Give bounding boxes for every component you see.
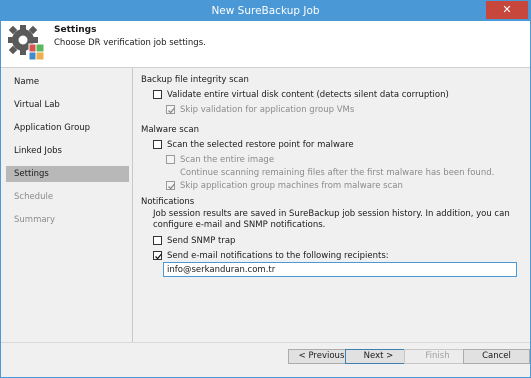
checkmark-icon: [168, 107, 175, 114]
validate-disk-label: Validate entire virtual disk content (de…: [167, 90, 449, 100]
notifications-heading: Notifications: [141, 197, 195, 207]
checkmark-icon: [168, 183, 175, 190]
title-bar: New SureBackup Job ✕: [1, 1, 530, 21]
window-title: New SureBackup Job: [211, 5, 320, 17]
malware-scan-checkbox[interactable]: [153, 140, 162, 149]
step-linked-jobs[interactable]: Linked Jobs: [6, 143, 129, 159]
step-settings[interactable]: Settings: [6, 166, 129, 182]
email-recipients-input[interactable]: [163, 262, 517, 277]
step-virtual-lab[interactable]: Virtual Lab: [6, 97, 129, 113]
header-subtitle: Choose DR verification job settings.: [54, 38, 206, 48]
snmp-trap-checkbox[interactable]: [153, 236, 162, 245]
close-icon: ✕: [502, 3, 512, 16]
settings-panel: Backup file integrity scan Validate enti…: [133, 68, 530, 342]
snmp-trap-label: Send SNMP trap: [167, 236, 236, 246]
step-application-group[interactable]: Application Group: [6, 120, 129, 136]
footer-divider: [1, 342, 530, 343]
email-notify-label: Send e-mail notifications to the followi…: [167, 251, 389, 261]
step-summary: Summary: [14, 215, 56, 225]
skip-app-group-label: Skip application group machines from mal…: [180, 181, 403, 191]
email-notify-checkbox[interactable]: [153, 251, 162, 260]
malware-scan-label: Scan the selected restore point for malw…: [167, 140, 354, 150]
skip-app-group-checkbox: [166, 181, 175, 190]
checkmark-icon: [155, 253, 162, 260]
continue-scanning-note: Continue scanning remaining files after …: [180, 168, 495, 178]
next-button[interactable]: Next >: [345, 349, 412, 364]
wizard-header: Settings Choose DR verification job sett…: [1, 21, 530, 68]
skip-validation-label: Skip validation for application group VM…: [180, 105, 355, 115]
close-button[interactable]: ✕: [486, 1, 528, 19]
step-schedule: Schedule: [14, 192, 54, 202]
scan-entire-image-label: Scan the entire image: [180, 155, 275, 165]
step-name[interactable]: Name: [6, 74, 129, 90]
scan-entire-image-checkbox: [166, 155, 175, 164]
finish-button: Finish: [404, 349, 471, 364]
header-title: Settings: [54, 25, 97, 35]
skip-validation-checkbox: [166, 105, 175, 114]
cancel-button[interactable]: Cancel: [463, 349, 530, 364]
malware-heading: Malware scan: [141, 125, 200, 135]
gear-settings-icon: [8, 25, 45, 61]
integrity-heading: Backup file integrity scan: [141, 75, 249, 85]
notifications-description: Job session results are saved in SureBac…: [153, 209, 510, 230]
validate-disk-checkbox[interactable]: [153, 90, 162, 99]
wizard-steps: Name Virtual Lab Application Group Linke…: [1, 68, 131, 342]
dialog-window: New SureBackup Job ✕ Settings Choose DR …: [0, 0, 531, 378]
